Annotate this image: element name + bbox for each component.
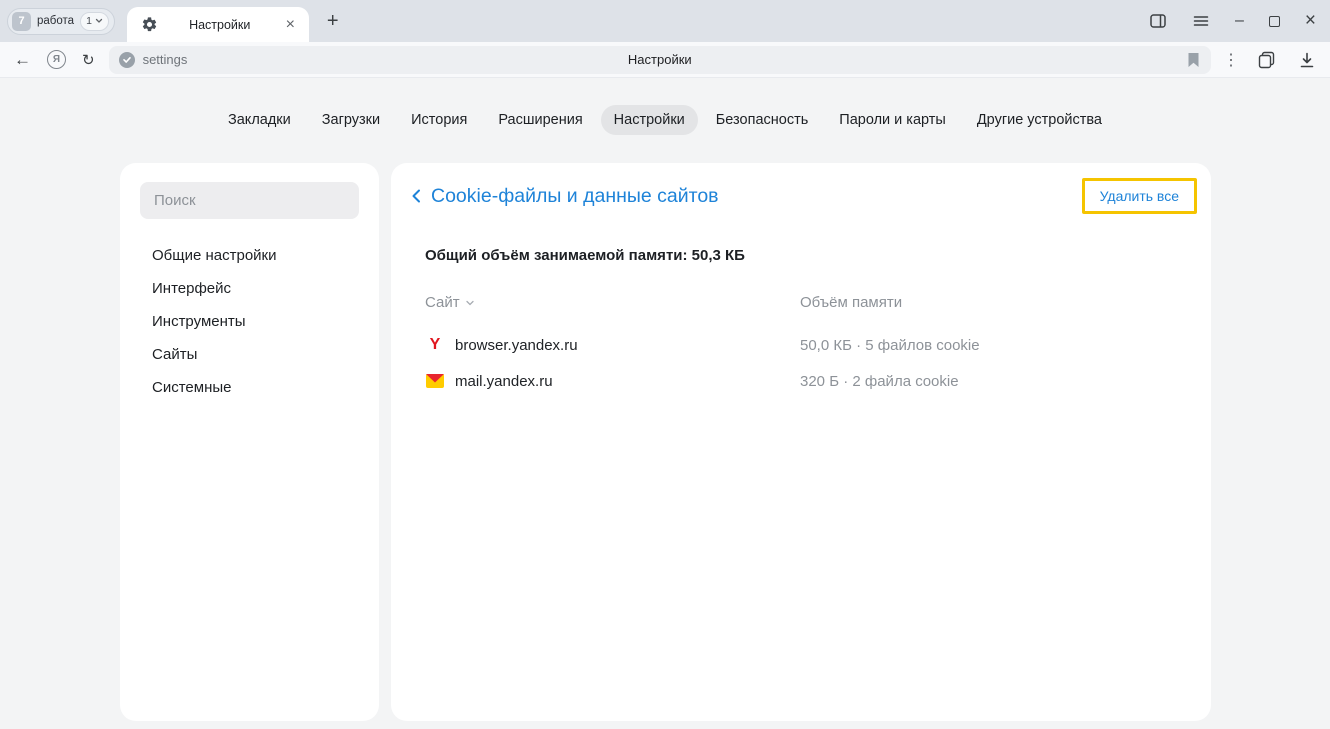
menu-hamburger-icon[interactable] (1192, 12, 1210, 30)
collections-icon[interactable] (1257, 50, 1276, 69)
gear-favicon-icon (141, 16, 158, 33)
downloads-icon[interactable] (1298, 51, 1316, 69)
nav-item-bookmarks[interactable]: Закладки (215, 105, 304, 135)
sidebar-sections: Общие настройки Интерфейс Инструменты Са… (120, 239, 379, 404)
settings-page: Закладки Загрузки История Расширения Нас… (0, 78, 1330, 729)
window-close-button[interactable]: × (1305, 10, 1316, 32)
sidebar-item-interface[interactable]: Интерфейс (120, 272, 379, 305)
more-options-icon[interactable]: ⋮ (1223, 50, 1239, 70)
toolbar-right-icons (1257, 50, 1316, 69)
sidebar-item-general[interactable]: Общие настройки (120, 239, 379, 272)
site-name: mail.yandex.ru (455, 373, 553, 390)
new-tab-button[interactable]: + (319, 9, 347, 33)
column-header-site[interactable]: Сайт (425, 294, 800, 327)
tab-group-work[interactable]: 7 работа 1 (7, 8, 115, 35)
site-memory: 50,0 КБ · 5 файлов cookie (800, 327, 1171, 363)
nav-item-downloads[interactable]: Загрузки (309, 105, 393, 135)
tab-group-active-count: 1 (86, 15, 92, 27)
delete-all-button[interactable]: Удалить все (1082, 178, 1197, 214)
settings-top-nav: Закладки Загрузки История Расширения Нас… (0, 105, 1330, 135)
nav-item-security[interactable]: Безопасность (703, 105, 822, 135)
search-input[interactable] (140, 182, 359, 219)
tab-close-icon[interactable]: × (282, 15, 299, 35)
cookies-panel: Cookie-файлы и данные сайтов Удалить все… (391, 163, 1211, 721)
tab-group-label: работа (37, 15, 74, 27)
yandex-mail-favicon-icon (425, 374, 445, 388)
nav-item-settings[interactable]: Настройки (601, 105, 698, 135)
sort-chevron-icon (465, 298, 475, 308)
nav-item-extensions[interactable]: Расширения (485, 105, 595, 135)
sidebar-item-system[interactable]: Системные (120, 371, 379, 404)
protect-shield-icon[interactable] (119, 52, 135, 68)
total-memory-label: Общий объём занимаемой памяти: 50,3 КБ (425, 247, 745, 264)
window-maximize-button[interactable] (1269, 16, 1280, 27)
column-header-memory: Объём памяти (800, 294, 1171, 327)
sidebar-item-sites[interactable]: Сайты (120, 338, 379, 371)
nav-item-passwords[interactable]: Пароли и карты (826, 105, 959, 135)
page-title-in-urlbar: Настройки (628, 52, 692, 67)
back-button[interactable]: ← (14, 50, 31, 70)
tab-title: Настройки (158, 18, 282, 32)
yandex-logo-icon[interactable]: Я (47, 50, 66, 69)
settings-sidebar: Общие настройки Интерфейс Инструменты Са… (120, 163, 379, 721)
page-title: Cookie-файлы и данные сайтов (431, 185, 719, 208)
sidebar-item-tools[interactable]: Инструменты (120, 305, 379, 338)
cookies-header: Cookie-файлы и данные сайтов Удалить все (407, 177, 1197, 215)
browser-toolbar: ← Я ↻ settings Настройки ⋮ (0, 42, 1330, 78)
table-row-site[interactable]: mail.yandex.ru (425, 363, 800, 399)
column-header-site-label: Сайт (425, 294, 460, 311)
chevron-down-icon (95, 17, 103, 25)
tab-settings[interactable]: Настройки × (127, 7, 309, 42)
browser-window: 7 работа 1 Настройки × + – × (0, 0, 1330, 729)
tab-strip: 7 работа 1 Настройки × + – × (0, 0, 1330, 42)
site-memory: 320 Б · 2 файла cookie (800, 363, 1171, 399)
reload-button[interactable]: ↻ (82, 51, 95, 69)
bookmark-flag-icon[interactable] (1186, 52, 1201, 68)
sites-table: Сайт Объём памяти Y browser.yandex.ru 50… (425, 294, 1171, 399)
window-minimize-button[interactable]: – (1235, 12, 1244, 30)
url-text: settings (143, 52, 188, 67)
site-name: browser.yandex.ru (455, 337, 578, 354)
nav-item-history[interactable]: История (398, 105, 480, 135)
address-bar[interactable]: settings Настройки (109, 46, 1211, 74)
yandex-browser-favicon-icon: Y (425, 336, 445, 354)
side-panel-icon[interactable] (1149, 12, 1167, 30)
tab-group-count-badge: 7 (12, 12, 31, 31)
back-chevron-icon[interactable] (407, 186, 427, 206)
table-row-site[interactable]: Y browser.yandex.ru (425, 327, 800, 363)
tab-group-expander[interactable]: 1 (80, 12, 109, 31)
window-controls: – × (1149, 10, 1316, 32)
nav-item-other-devices[interactable]: Другие устройства (964, 105, 1115, 135)
